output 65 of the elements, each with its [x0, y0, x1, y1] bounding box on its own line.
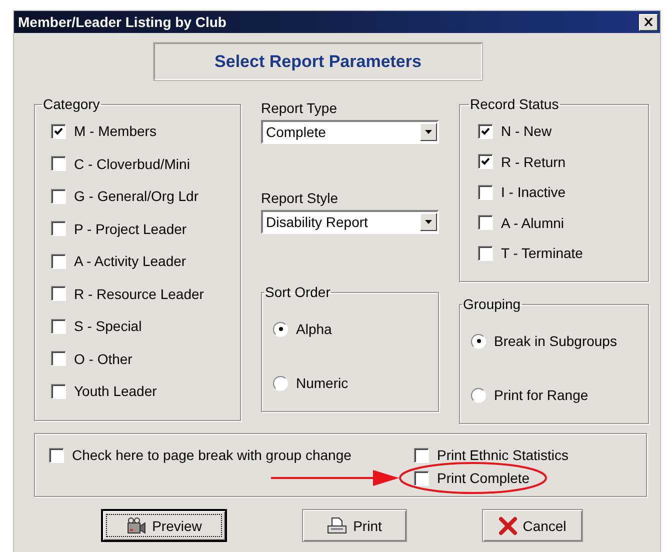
cross-icon — [498, 516, 517, 534]
checkbox-label: G - General/Org Ldr — [74, 188, 198, 204]
caret-icon — [425, 130, 432, 134]
group-label: Record Status — [469, 96, 560, 112]
check-icon — [481, 157, 490, 166]
report-style-dropdown[interactable]: Disability Report — [261, 210, 439, 234]
window-title: Member/Leader Listing by Club — [18, 14, 226, 30]
report-type-dropdown[interactable]: Complete — [261, 120, 439, 144]
field-label: Report Style — [261, 190, 340, 206]
checkbox-label: Print Ethnic Statistics — [437, 447, 568, 463]
checkbox[interactable] — [414, 470, 429, 486]
radio-button[interactable] — [273, 322, 288, 336]
checkbox[interactable] — [51, 124, 66, 138]
check-icon — [481, 126, 490, 136]
close-button[interactable] — [639, 14, 658, 30]
camera-icon — [126, 516, 146, 534]
checkbox-label: I - Inactive — [501, 184, 566, 200]
checkbox[interactable] — [51, 384, 66, 398]
printer-icon — [327, 516, 348, 534]
radio-button[interactable] — [273, 376, 288, 390]
checkbox-label: Print Complete — [437, 470, 530, 486]
checkbox[interactable] — [478, 154, 493, 169]
checkbox[interactable] — [478, 184, 493, 200]
radio-label: Numeric — [296, 375, 348, 391]
checkbox-label: N - New — [501, 123, 552, 139]
radio-label: Alpha — [296, 321, 332, 337]
checkbox-label: A - Alumni — [501, 214, 564, 230]
radio-label: Print for Range — [494, 387, 588, 403]
section-heading: Select Report Parameters — [154, 43, 482, 80]
checkbox-label: C - Cloverbud/Mini — [74, 156, 190, 172]
checkbox[interactable] — [51, 318, 66, 334]
checkbox-label: Youth Leader — [74, 383, 157, 399]
field-label: Report Type — [261, 100, 338, 116]
checkbox-label: M - Members — [74, 123, 156, 139]
check-icon — [54, 126, 63, 136]
radio-button[interactable] — [471, 334, 486, 348]
preview-button[interactable]: Preview — [101, 509, 227, 542]
checkbox-label: R - Resource Leader — [74, 286, 204, 302]
checkbox[interactable] — [478, 124, 493, 138]
checkbox[interactable] — [51, 351, 66, 366]
radio-button[interactable] — [471, 388, 486, 402]
cancel-button[interactable]: Cancel — [482, 509, 583, 542]
print-button[interactable]: Print — [302, 509, 407, 542]
checkbox[interactable] — [51, 156, 66, 171]
caret-icon — [425, 220, 432, 224]
checkbox[interactable] — [49, 448, 64, 462]
group-label: Sort Order — [264, 284, 332, 300]
checkbox-label: A - Activity Leader — [74, 253, 186, 269]
checkbox[interactable] — [51, 221, 66, 236]
checkbox-label: O - Other — [74, 350, 132, 366]
checkbox[interactable] — [51, 188, 66, 204]
checkbox[interactable] — [478, 215, 493, 230]
checkbox-label: T - Terminate — [501, 245, 583, 261]
checkbox[interactable] — [51, 286, 66, 301]
close-icon — [644, 18, 653, 26]
radio-label: Break in Subgroups — [494, 333, 617, 349]
checkbox-label: R - Return — [501, 154, 566, 170]
checkbox[interactable] — [51, 254, 66, 268]
checkbox-label: S - Special — [74, 318, 142, 334]
checkbox-label: Check here to page break with group change — [72, 447, 352, 463]
checkbox[interactable] — [478, 246, 493, 260]
group-label: Category — [42, 96, 101, 112]
checkbox[interactable] — [414, 448, 429, 462]
group-label: Grouping — [462, 296, 522, 312]
checkbox-label: P - Project Leader — [74, 220, 187, 236]
